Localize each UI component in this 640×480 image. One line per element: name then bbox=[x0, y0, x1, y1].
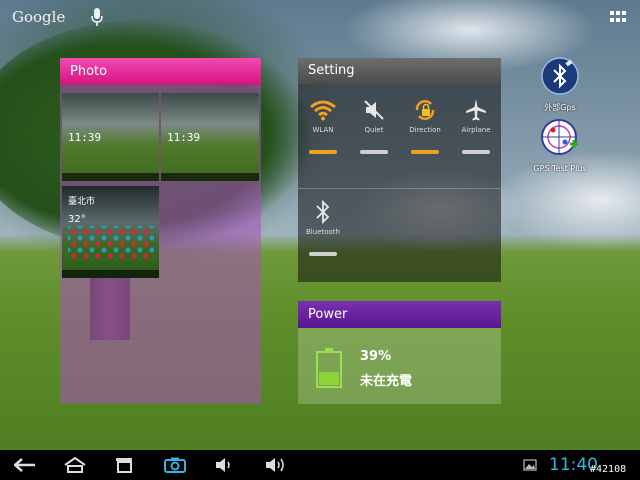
photo-thumbnail[interactable]: 11:39 bbox=[161, 93, 259, 181]
recent-apps-icon bbox=[116, 458, 132, 473]
gallery-notification[interactable] bbox=[522, 456, 538, 474]
battery-percent: 39% bbox=[360, 349, 392, 364]
gallery-icon bbox=[523, 459, 537, 471]
power-widget: Power 39% 未在充電 bbox=[298, 301, 501, 404]
toggle-airplane[interactable]: Airplane bbox=[451, 96, 501, 154]
shortcut-gps-test-plus[interactable]: GPS Test Plus bbox=[525, 118, 595, 173]
thumbnail-clock: 11:39 bbox=[68, 131, 102, 144]
toggle-state-bar bbox=[309, 150, 337, 154]
toggle-direction[interactable]: Direction bbox=[400, 96, 450, 154]
toggle-state-bar bbox=[360, 150, 388, 154]
watermark-id: #42108 bbox=[590, 464, 627, 475]
google-search-label[interactable]: Google bbox=[12, 8, 65, 26]
battery-icon bbox=[316, 348, 342, 388]
shortcut-external-gps[interactable]: 外部Gps bbox=[525, 56, 595, 113]
toggle-label: Bluetooth bbox=[306, 228, 340, 236]
power-widget-title: Power bbox=[298, 301, 501, 328]
bluetooth-icon bbox=[316, 199, 330, 225]
setting-widget-title: Setting bbox=[298, 58, 501, 84]
home-button[interactable] bbox=[63, 456, 87, 474]
toggle-label: Quiet bbox=[364, 126, 384, 134]
toggle-state-bar bbox=[462, 150, 490, 154]
photo-thumbnail[interactable]: 臺北市 32° bbox=[62, 186, 159, 278]
toggle-label: Direction bbox=[409, 126, 441, 134]
back-button[interactable] bbox=[14, 456, 36, 474]
camera-icon bbox=[164, 457, 186, 473]
toggle-state-bar bbox=[309, 252, 337, 256]
shortcut-label: GPS Test Plus bbox=[533, 164, 587, 173]
airplane-icon bbox=[466, 99, 486, 121]
thumbnail-app-icons bbox=[68, 226, 154, 260]
bluetooth-gps-icon bbox=[541, 57, 579, 95]
rotation-lock-icon bbox=[415, 100, 435, 120]
toggle-wlan[interactable]: WLAN bbox=[298, 96, 348, 154]
toggle-label: Airplane bbox=[461, 126, 491, 134]
muted-speaker-icon bbox=[364, 100, 384, 120]
volume-down-icon bbox=[216, 458, 230, 472]
apps-grid-icon[interactable] bbox=[610, 11, 626, 23]
back-icon bbox=[14, 458, 35, 472]
system-nav-bar: 11:40 bbox=[0, 450, 640, 480]
volume-up-icon bbox=[266, 458, 284, 472]
mic-icon[interactable] bbox=[90, 7, 104, 27]
thumbnail-city: 臺北市 bbox=[68, 197, 96, 207]
recent-apps-button[interactable] bbox=[114, 456, 134, 474]
toggle-label: WLAN bbox=[312, 126, 334, 134]
setting-divider bbox=[298, 188, 501, 189]
toggle-quiet[interactable]: Quiet bbox=[349, 96, 399, 154]
photo-widget: Photo 11:39 11:39 臺北市 32° bbox=[60, 58, 261, 404]
home-icon bbox=[64, 457, 86, 473]
volume-up-button[interactable] bbox=[264, 456, 288, 474]
setting-widget: Setting WLAN Quiet Direction Airplane Bl… bbox=[298, 58, 501, 282]
thumbnail-temp: 32° bbox=[68, 214, 86, 225]
volume-down-button[interactable] bbox=[214, 456, 234, 474]
toggle-bluetooth[interactable]: Bluetooth bbox=[298, 198, 348, 256]
gps-test-icon bbox=[541, 119, 578, 155]
toggle-state-bar bbox=[411, 150, 439, 154]
photo-widget-title: Photo bbox=[60, 58, 261, 85]
charging-status: 未在充電 bbox=[360, 374, 413, 389]
thumbnail-clock: 11:39 bbox=[167, 131, 201, 144]
camera-button[interactable] bbox=[163, 456, 187, 474]
photo-thumbnail[interactable]: 11:39 bbox=[62, 93, 159, 181]
shortcut-label: 外部Gps bbox=[544, 103, 576, 112]
wifi-icon bbox=[310, 100, 336, 121]
